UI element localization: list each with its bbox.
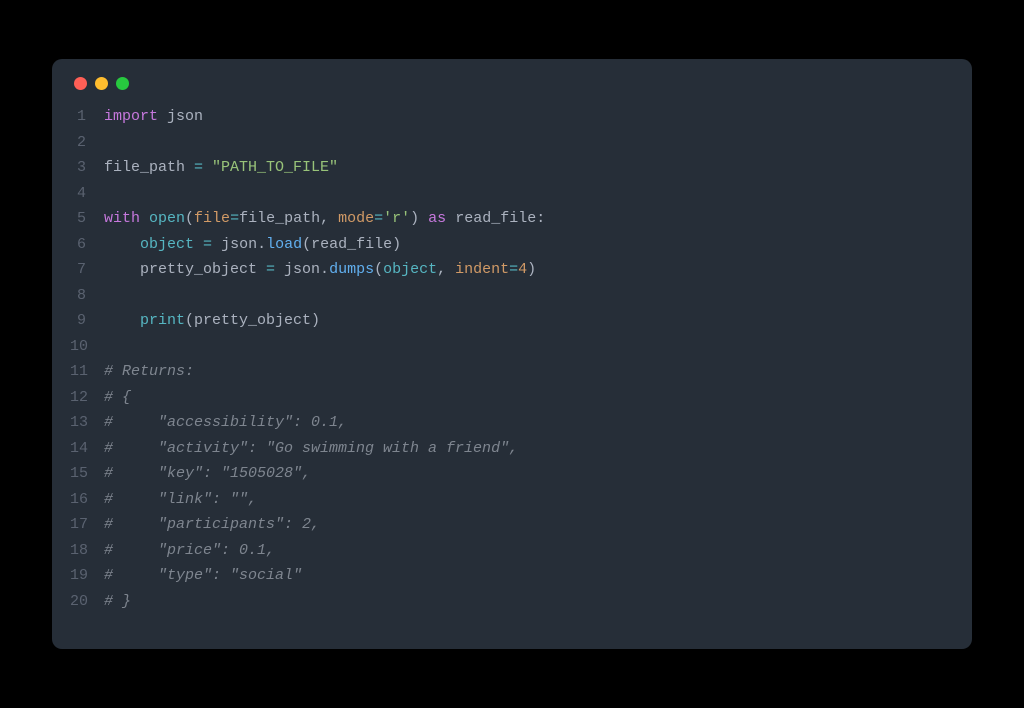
code-content: file_path = "PATH_TO_FILE" <box>104 155 338 181</box>
line-number: 3 <box>70 155 104 181</box>
code-line: 9 print(pretty_object) <box>70 308 972 334</box>
line-number: 4 <box>70 181 104 207</box>
line-number: 12 <box>70 385 104 411</box>
code-line: 20# } <box>70 589 972 615</box>
code-line: 18# "price": 0.1, <box>70 538 972 564</box>
code-content: # "key": "1505028", <box>104 461 311 487</box>
code-content: with open(file=file_path, mode='r') as r… <box>104 206 545 232</box>
code-content: # "participants": 2, <box>104 512 320 538</box>
minimize-icon[interactable] <box>95 77 108 90</box>
code-content: object = json.load(read_file) <box>104 232 401 258</box>
code-line: 7 pretty_object = json.dumps(object, ind… <box>70 257 972 283</box>
window-titlebar <box>70 77 972 104</box>
code-line: 2 <box>70 130 972 156</box>
line-number: 17 <box>70 512 104 538</box>
code-line: 8 <box>70 283 972 309</box>
line-number: 15 <box>70 461 104 487</box>
line-number: 2 <box>70 130 104 156</box>
line-number: 1 <box>70 104 104 130</box>
line-number: 8 <box>70 283 104 309</box>
code-content: # } <box>104 589 131 615</box>
line-number: 16 <box>70 487 104 513</box>
code-line: 11# Returns: <box>70 359 972 385</box>
line-number: 13 <box>70 410 104 436</box>
code-line: 3file_path = "PATH_TO_FILE" <box>70 155 972 181</box>
code-line: 13# "accessibility": 0.1, <box>70 410 972 436</box>
line-number: 6 <box>70 232 104 258</box>
code-content: # "accessibility": 0.1, <box>104 410 347 436</box>
code-editor[interactable]: 1import json23file_path = "PATH_TO_FILE"… <box>70 104 972 614</box>
code-line: 15# "key": "1505028", <box>70 461 972 487</box>
line-number: 19 <box>70 563 104 589</box>
line-number: 10 <box>70 334 104 360</box>
code-window: 1import json23file_path = "PATH_TO_FILE"… <box>52 59 972 649</box>
code-line: 19# "type": "social" <box>70 563 972 589</box>
code-line: 1import json <box>70 104 972 130</box>
code-line: 4 <box>70 181 972 207</box>
line-number: 5 <box>70 206 104 232</box>
line-number: 7 <box>70 257 104 283</box>
code-content: # { <box>104 385 131 411</box>
code-content: pretty_object = json.dumps(object, inden… <box>104 257 536 283</box>
line-number: 20 <box>70 589 104 615</box>
code-line: 10 <box>70 334 972 360</box>
line-number: 14 <box>70 436 104 462</box>
code-line: 6 object = json.load(read_file) <box>70 232 972 258</box>
code-content: # Returns: <box>104 359 194 385</box>
code-line: 17# "participants": 2, <box>70 512 972 538</box>
line-number: 18 <box>70 538 104 564</box>
code-line: 5with open(file=file_path, mode='r') as … <box>70 206 972 232</box>
close-icon[interactable] <box>74 77 87 90</box>
code-content: # "price": 0.1, <box>104 538 275 564</box>
code-content: # "type": "social" <box>104 563 302 589</box>
code-content: import json <box>104 104 203 130</box>
code-line: 14# "activity": "Go swimming with a frie… <box>70 436 972 462</box>
code-content: # "activity": "Go swimming with a friend… <box>104 436 518 462</box>
code-line: 16# "link": "", <box>70 487 972 513</box>
code-content: print(pretty_object) <box>104 308 320 334</box>
code-content: # "link": "", <box>104 487 257 513</box>
code-line: 12# { <box>70 385 972 411</box>
line-number: 9 <box>70 308 104 334</box>
line-number: 11 <box>70 359 104 385</box>
maximize-icon[interactable] <box>116 77 129 90</box>
